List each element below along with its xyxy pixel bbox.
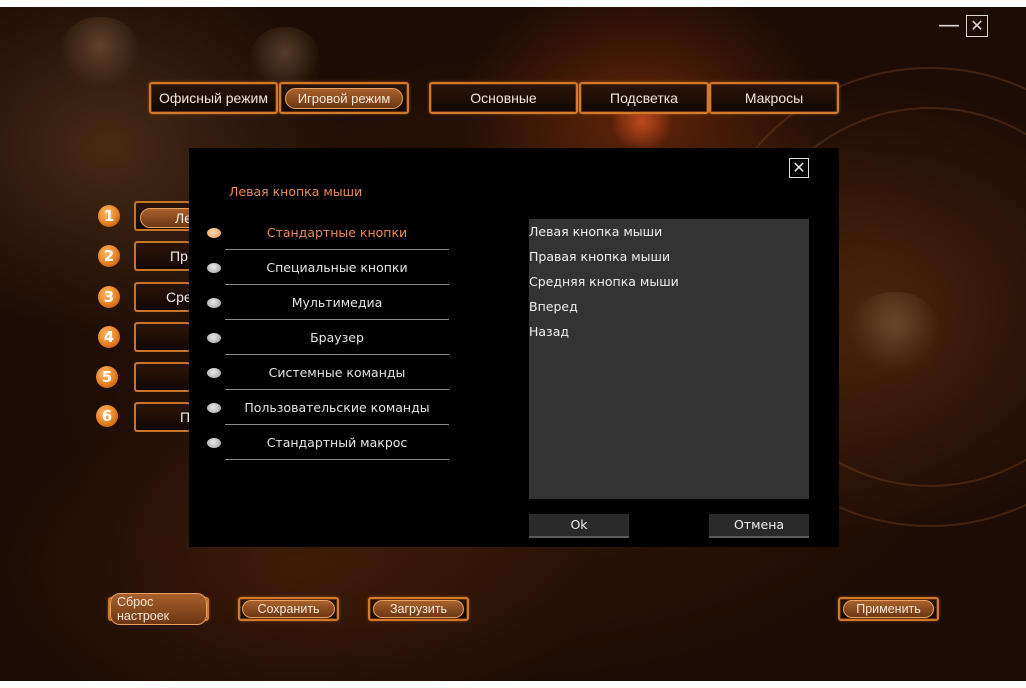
reset-settings-button[interactable]: Сброс настроек bbox=[108, 593, 209, 625]
tab-label: Подсветка bbox=[610, 90, 678, 106]
radio-indicator bbox=[207, 298, 221, 308]
load-button[interactable]: Загрузить bbox=[368, 597, 469, 621]
category-label: Системные команды bbox=[268, 365, 406, 380]
category-label: Специальные кнопки bbox=[266, 260, 408, 275]
function-list[interactable]: Левая кнопка мыши Правая кнопка мыши Сре… bbox=[529, 219, 809, 499]
category-browser[interactable]: Браузер bbox=[205, 320, 449, 355]
list-item[interactable]: Левая кнопка мыши bbox=[529, 219, 809, 244]
radio-indicator bbox=[207, 333, 221, 343]
radio-indicator bbox=[207, 263, 221, 273]
tab-label: Игровой режим bbox=[284, 87, 404, 109]
button-label: Применить bbox=[843, 600, 934, 618]
category-special-buttons[interactable]: Специальные кнопки bbox=[205, 250, 449, 285]
radio-indicator bbox=[207, 228, 221, 238]
slot-button-3[interactable]: Сре bbox=[134, 282, 190, 312]
slot-label: Пр bbox=[170, 248, 188, 264]
button-label: Сохранить bbox=[242, 600, 335, 618]
tab-label: Основные bbox=[470, 90, 537, 106]
list-item[interactable]: Вперед bbox=[529, 294, 809, 319]
divider bbox=[225, 459, 449, 460]
category-user-commands[interactable]: Пользовательские команды bbox=[205, 390, 449, 425]
slot-button-6[interactable]: П bbox=[134, 402, 190, 432]
tab-macros[interactable]: Макросы bbox=[709, 82, 839, 114]
background-skull-decoration bbox=[60, 17, 140, 87]
cancel-button[interactable]: Отмена bbox=[709, 514, 809, 538]
slot-number-badge: 2 bbox=[98, 245, 120, 267]
close-icon[interactable]: ✕ bbox=[789, 158, 809, 178]
category-multimedia[interactable]: Мультимедиа bbox=[205, 285, 449, 320]
background-skull-decoration bbox=[850, 292, 940, 372]
slot-number-badge: 6 bbox=[96, 405, 118, 427]
category-label: Пользовательские команды bbox=[244, 400, 430, 415]
radio-indicator bbox=[207, 368, 221, 378]
tab-basic[interactable]: Основные bbox=[429, 82, 578, 114]
slot-button-1[interactable]: Лев bbox=[134, 201, 190, 231]
category-standard-macro[interactable]: Стандартный макрос bbox=[205, 425, 449, 460]
slot-button-5[interactable] bbox=[134, 362, 190, 392]
category-standard-buttons[interactable]: Стандартные кнопки bbox=[205, 215, 449, 250]
apply-button[interactable]: Применить bbox=[838, 597, 939, 621]
save-button[interactable]: Сохранить bbox=[238, 597, 339, 621]
slot-number-badge: 4 bbox=[98, 326, 120, 348]
close-icon[interactable]: ✕ bbox=[966, 15, 988, 37]
category-system-commands[interactable]: Системные команды bbox=[205, 355, 449, 390]
button-label: Загрузить bbox=[372, 600, 465, 618]
tab-game-mode[interactable]: Игровой режим bbox=[279, 82, 409, 114]
radio-indicator bbox=[207, 438, 221, 448]
slot-label: Лев bbox=[140, 208, 190, 228]
slot-button-4[interactable] bbox=[134, 322, 190, 352]
slot-number-badge: 5 bbox=[96, 366, 118, 388]
category-label: Стандартные кнопки bbox=[266, 225, 408, 240]
tab-label: Макросы bbox=[744, 90, 804, 106]
minimize-icon[interactable]: — bbox=[938, 15, 960, 37]
tab-office-mode[interactable]: Офисный режим bbox=[149, 82, 278, 114]
slot-button-2[interactable]: Пр bbox=[134, 241, 190, 271]
category-label: Стандартный макрос bbox=[266, 435, 408, 450]
slot-number-badge: 3 bbox=[98, 286, 120, 308]
category-label: Браузер bbox=[310, 330, 364, 345]
app-window: — ✕ Офисный режим Игровой режим Основные… bbox=[0, 7, 1026, 681]
slot-number-badge: 1 bbox=[98, 205, 120, 227]
category-label: Мультимедиа bbox=[291, 295, 383, 310]
list-item[interactable]: Правая кнопка мыши bbox=[529, 244, 809, 269]
list-item[interactable]: Средняя кнопка мыши bbox=[529, 269, 809, 294]
ok-button[interactable]: Ok bbox=[529, 514, 629, 538]
tab-label: Офисный режим bbox=[159, 90, 268, 106]
list-item[interactable]: Назад bbox=[529, 319, 809, 344]
radio-indicator bbox=[207, 403, 221, 413]
dialog-title: Левая кнопка мыши bbox=[229, 184, 363, 199]
key-assignment-dialog: ✕ Левая кнопка мыши Стандартные кнопки С… bbox=[189, 148, 839, 547]
slot-label: Сре bbox=[166, 289, 190, 305]
tab-backlight[interactable]: Подсветка bbox=[579, 82, 709, 114]
button-label: Сброс настроек bbox=[110, 593, 207, 625]
